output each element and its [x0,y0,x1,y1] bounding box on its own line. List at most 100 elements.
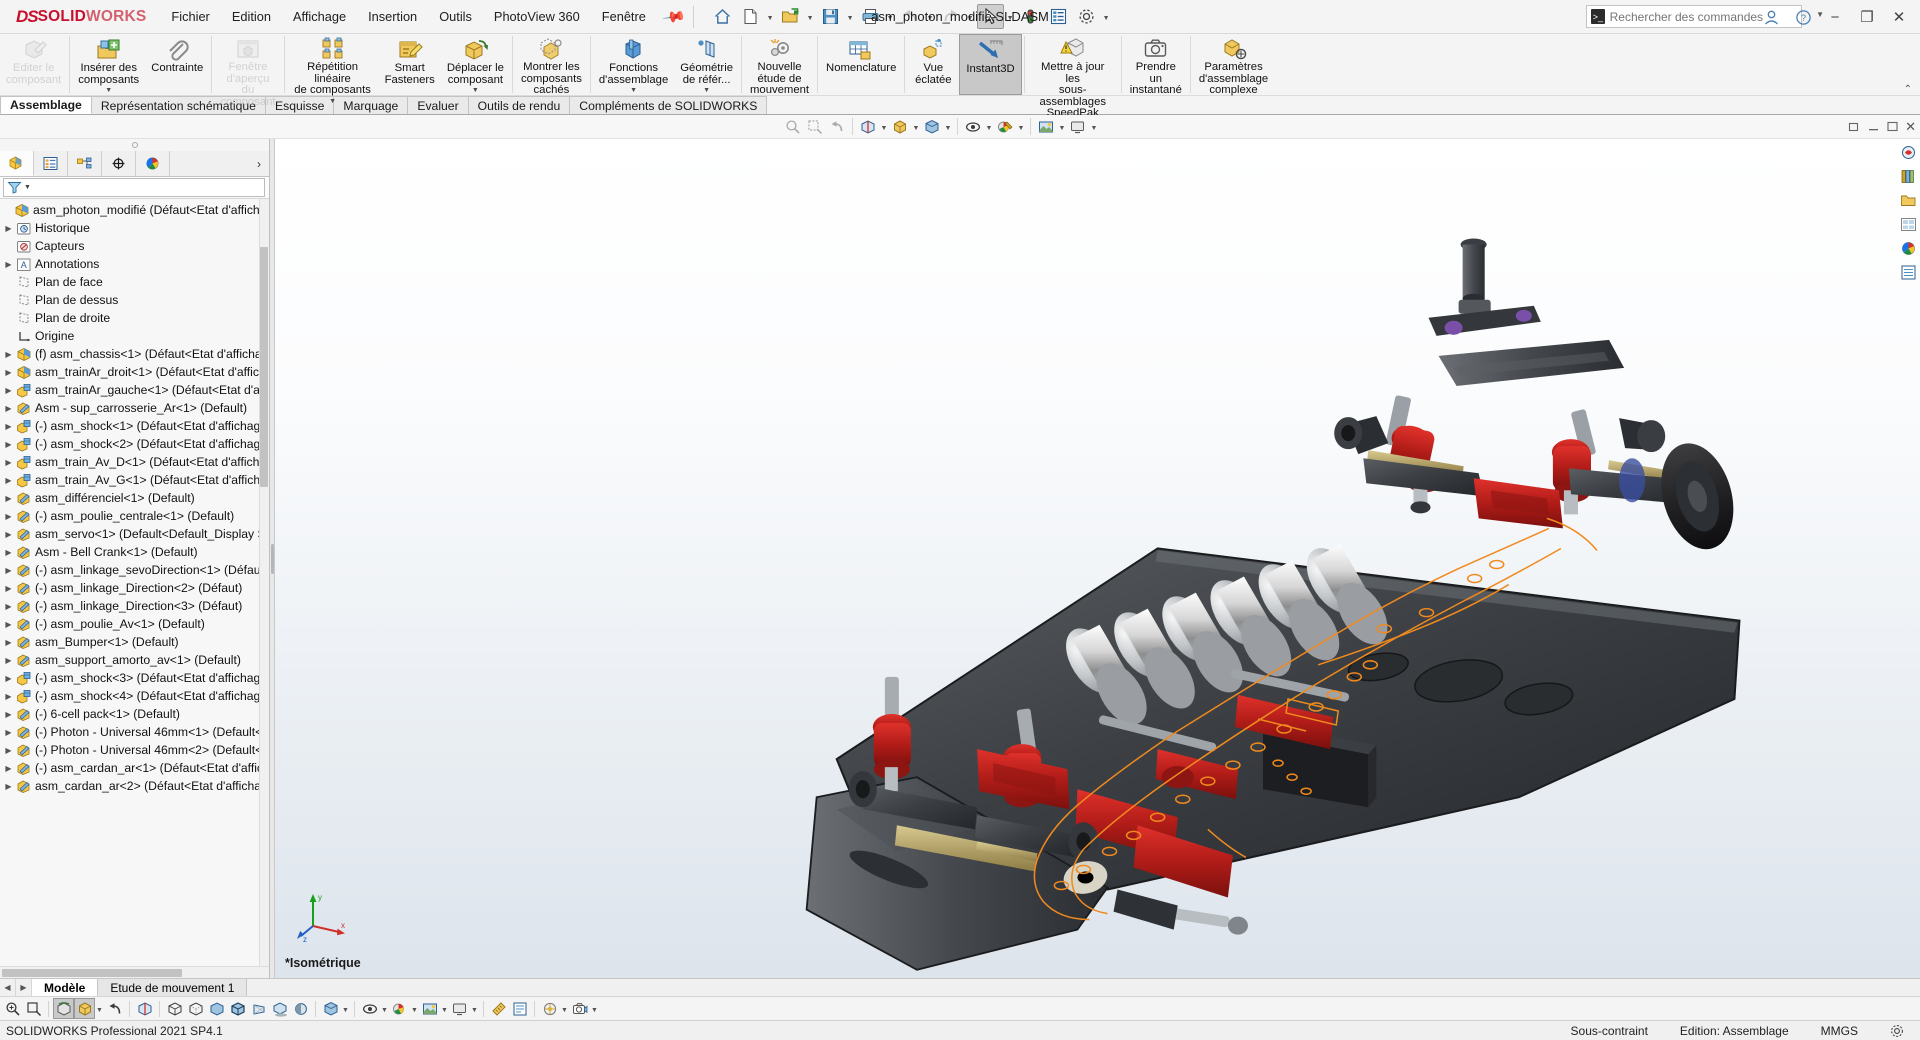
status-settings-icon[interactable] [1874,1024,1920,1038]
tree-item-asm-linkage-servodirection[interactable]: ▶ (-) asm_linkage_sevoDirection<1> (Défau… [0,561,269,579]
tree-item-asm-poulie-centrale[interactable]: ▶ (-) asm_poulie_centrale<1> (Default) [0,507,269,525]
tree-expand-arrow-icon[interactable]: ▶ [2,368,15,377]
tree-item-sensors[interactable]: Capteurs [0,237,269,255]
hide-show-items-icon[interactable] [962,116,984,137]
tree-expand-arrow-icon[interactable]: ▶ [2,548,15,557]
design-library-icon[interactable] [1897,165,1919,187]
previous-view-icon[interactable] [104,998,125,1019]
tree-expand-arrow-icon[interactable]: ▶ [2,674,15,683]
ribbon-move-component[interactable]: Déplacer le composant ▼ [441,34,510,95]
tree-item-asm-trainar-droit[interactable]: ▶ asm_trainAr_droit<1> (Défaut<Etat d'aff… [0,363,269,381]
tree-horizontal-scrollbar[interactable] [0,966,269,978]
tree-expand-arrow-icon[interactable]: ▶ [2,782,15,791]
user-account-icon[interactable] [1756,3,1786,31]
custom-properties-icon[interactable] [1897,261,1919,283]
tree-root-assembly[interactable]: asm_photon_modifié (Défaut<Etat d'affich… [0,201,269,219]
hide-show-items-caret-icon[interactable]: ▼ [984,116,994,137]
menu-edition[interactable]: Edition [221,4,282,29]
tree-item-asm-bumper[interactable]: ▶ asm_Bumper<1> (Default) [0,633,269,651]
restore-window-icon[interactable] [1848,120,1861,133]
camera-caret-icon[interactable]: ▼ [590,998,599,1019]
view-settings-caret-icon[interactable]: ▼ [470,998,479,1019]
measure-icon[interactable] [488,998,509,1019]
home-icon[interactable] [709,4,736,29]
tree-item-asm-poulie-av[interactable]: ▶ (-) asm_poulie_Av<1> (Default) [0,615,269,633]
tree-item-front-plane[interactable]: Plan de face [0,273,269,291]
tree-item-history[interactable]: ▶ Historique [0,219,269,237]
tree-item-photon-universal-46mm-2[interactable]: ▶ (-) Photon - Universal 46mm<2> (Default… [0,741,269,759]
shadows-icon[interactable] [269,998,290,1019]
minimize-window-icon[interactable] [1867,120,1880,133]
panel-handle[interactable] [0,139,269,151]
ribbon-linear-component-pattern-caret-icon[interactable]: ▼ [329,98,336,105]
settings-gear-caret-icon[interactable]: ▼ [1101,4,1112,29]
feature-tree[interactable]: asm_photon_modifié (Défaut<Etat d'affich… [0,199,269,966]
ribbon-smart-fasteners[interactable]: Smart Fasteners [379,34,441,95]
tree-item-asm-trainar-gauche[interactable]: ▶ asm_trainAr_gauche<1> (Défaut<Etat d'af… [0,381,269,399]
tree-item-asm-shock-2[interactable]: ▶ (-) asm_shock<2> (Défaut<Etat d'afficha… [0,435,269,453]
tree-expand-arrow-icon[interactable]: ▶ [2,692,15,701]
tree-item-asm-differenciel[interactable]: ▶ asm_différenciel<1> (Default) [0,489,269,507]
tree-expand-arrow-icon[interactable]: ▶ [2,422,15,431]
render-tools-icon[interactable] [539,998,560,1019]
edit-appearance-caret-icon[interactable]: ▼ [1016,116,1026,137]
new-document-caret-icon[interactable]: ▼ [765,4,776,29]
edit-appearance-icon[interactable] [389,998,410,1019]
ribbon-exploded-view[interactable]: Vue éclatée [907,34,959,95]
tree-item-6-cell-pack[interactable]: ▶ (-) 6-cell pack<1> (Default) [0,705,269,723]
tree-expand-arrow-icon[interactable]: ▶ [2,656,15,665]
graphics-viewport[interactable]: *Isométrique y x z [275,139,1920,978]
apply-scene-caret-icon[interactable]: ▼ [440,998,449,1019]
edit-appearance-caret-icon[interactable]: ▼ [410,998,419,1019]
apply-scene-icon[interactable] [419,998,440,1019]
pin-icon[interactable]: 📌 [661,4,687,30]
doctabs-nav-right[interactable]: ▶ [16,979,32,996]
tree-item-right-plane[interactable]: Plan de droite [0,309,269,327]
solidworks-resources-icon[interactable] [1897,141,1919,163]
tree-item-asm-train-av-g[interactable]: ▶ asm_train_Av_G<1> (Défaut<Etat d'affich… [0,471,269,489]
tree-expand-arrow-icon[interactable]: ▶ [2,638,15,647]
shaded-icon[interactable] [206,998,227,1019]
tree-expand-arrow-icon[interactable]: ▶ [2,494,15,503]
display-style-caret-icon[interactable]: ▼ [341,998,350,1019]
zoom-to-fit-icon[interactable] [2,998,23,1019]
tree-item-asm-cardan-ar-2[interactable]: ▶ asm_cardan_ar<2> (Défaut<Etat d'afficha… [0,777,269,795]
configuration-manager-tab[interactable] [68,151,102,176]
tree-expand-arrow-icon[interactable]: ▶ [2,620,15,629]
view-settings-icon[interactable] [449,998,470,1019]
ribbon-mate[interactable]: Contrainte [145,34,209,95]
view-orientation-caret-icon[interactable]: ▼ [911,116,921,137]
tree-item-annotations[interactable]: ▶ A Annotations [0,255,269,273]
apply-scene-caret-icon[interactable]: ▼ [1057,116,1067,137]
tree-expand-arrow-icon[interactable]: ▶ [2,440,15,449]
ribbon-edit-component[interactable]: Editer le composant [0,34,67,95]
tree-filter-caret-icon[interactable]: ▼ [24,184,31,191]
tree-item-asm-sup-carrosserie-ar[interactable]: ▶ Asm - sup_carrosserie_Ar<1> (Default) [0,399,269,417]
section-view-icon[interactable] [857,116,879,137]
ribbon-assembly-features[interactable]: Fonctions d'assemblage ▼ [593,34,674,95]
wireframe-icon[interactable] [164,998,185,1019]
tree-expand-arrow-icon[interactable]: ▶ [2,386,15,395]
tree-expand-arrow-icon[interactable]: ▶ [2,710,15,719]
help-icon[interactable]: ? [1788,3,1818,31]
perspective-icon[interactable] [248,998,269,1019]
tree-item-top-plane[interactable]: Plan de dessus [0,291,269,309]
menu-photoview360[interactable]: PhotoView 360 [483,4,591,29]
menu-fenetre[interactable]: Fenêtre [591,4,657,29]
ribbon-instant3d[interactable]: Instant3D [959,34,1022,95]
tree-expand-arrow-icon[interactable]: ▶ [2,350,15,359]
camera-icon[interactable] [569,998,590,1019]
new-document-icon[interactable] [737,4,764,29]
doctab-motion-study-1[interactable]: Etude de mouvement 1 [98,979,248,996]
tree-expand-arrow-icon[interactable]: ▶ [2,584,15,593]
tree-item-asm-support-amorto-av[interactable]: ▶ asm_support_amorto_av<1> (Default) [0,651,269,669]
ribbon-take-snapshot[interactable]: Prendre un instantané [1124,34,1188,96]
ribbon-show-hidden-components[interactable]: Montrer les composants cachés [515,34,588,96]
tree-item-asm-linkage-direction-3[interactable]: ▶ (-) asm_linkage_Direction<3> (Défaut) [0,597,269,615]
dimxpert-manager-tab[interactable] [102,151,136,176]
ribbon-reference-geometry[interactable]: Géométrie de référ... ▼ [674,34,739,95]
close-button[interactable]: ✕ [1884,3,1914,31]
property-manager-tab[interactable] [34,151,68,176]
doctab-model[interactable]: Modèle [32,979,99,996]
section-view-caret-icon[interactable]: ▼ [879,116,889,137]
